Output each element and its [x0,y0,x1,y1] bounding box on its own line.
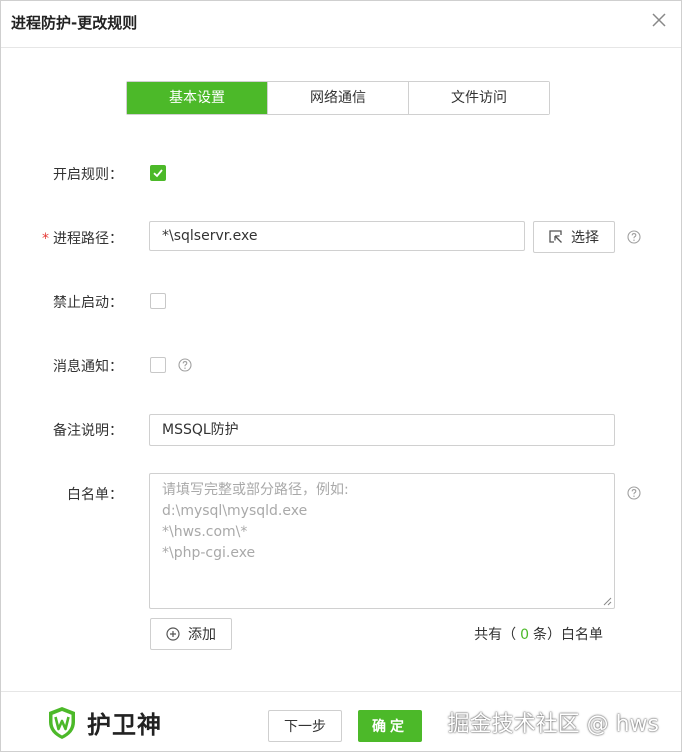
notify-checkbox[interactable] [150,357,166,373]
close-button[interactable] [651,12,667,28]
whitelist-textarea[interactable]: 请填写完整或部分路径，例如: d:\mysql\mysqld.exe *\hws… [149,473,615,609]
placeholder-line: *\hws.com\* [162,524,248,540]
remark-label: 备注说明： [53,423,123,439]
close-icon [652,13,666,27]
select-button[interactable]: 选择 [533,221,615,253]
help-icon[interactable] [178,358,192,372]
tab-bar: 基本设置 网络通信 文件访问 [126,81,550,115]
dialog-title: 进程防护-更改规则 [11,14,138,32]
resize-handle-icon[interactable] [603,597,612,606]
process-path-input[interactable]: *\sqlservr.exe [149,221,525,251]
whitelist-label: 白名单： [67,487,123,503]
help-icon[interactable] [627,486,641,500]
process-path-label-text: 进程路径： [53,231,123,247]
count-suffix: 条）白名单 [533,627,603,643]
select-button-label: 选择 [571,230,599,246]
title-bar: 进程防护-更改规则 [1,1,681,48]
check-icon [153,169,163,178]
enable-rule-checkbox[interactable] [150,165,166,181]
next-step-button[interactable]: 下一步 [268,710,342,742]
tab-basic-settings[interactable]: 基本设置 [127,82,268,114]
dialog-footer: 护卫神 下一步 确定 掘金技术社区 @ hws [1,691,681,751]
confirm-button[interactable]: 确定 [358,710,422,742]
enable-rule-label: 开启规则： [53,167,123,183]
tab-file-access[interactable]: 文件访问 [409,82,549,114]
whitelist-count: 共有（ 0 条）白名单 [474,624,603,644]
process-path-label: * 进程路径： [1,228,123,248]
brand-name: 护卫神 [87,711,162,739]
watermark-text: 掘金技术社区 @ hws [447,712,659,737]
placeholder-line: *\php-cgi.exe [162,545,256,561]
forbid-start-checkbox[interactable] [150,293,166,309]
remark-input[interactable]: MSSQL防护 [149,414,615,446]
notify-label: 消息通知： [53,359,123,375]
tab-network[interactable]: 网络通信 [268,82,409,114]
shield-logo-icon [49,706,75,739]
select-cursor-icon [549,230,562,243]
plus-circle-icon [166,627,180,641]
add-button-label: 添加 [188,627,216,643]
placeholder-line: 请填写完整或部分路径，例如: [162,482,349,498]
brand-logo: 护卫神 [47,705,162,740]
required-mark: * [42,231,49,247]
rule-edit-dialog: 进程防护-更改规则 基本设置 网络通信 文件访问 开启规则： * 进程路径： *\… [0,0,682,752]
help-icon[interactable] [627,230,641,244]
count-value: 0 [520,627,529,643]
count-prefix: 共有（ [474,627,517,643]
forbid-start-label: 禁止启动： [53,295,123,311]
add-whitelist-button[interactable]: 添加 [150,618,232,650]
placeholder-line: d:\mysql\mysqld.exe [162,503,308,519]
